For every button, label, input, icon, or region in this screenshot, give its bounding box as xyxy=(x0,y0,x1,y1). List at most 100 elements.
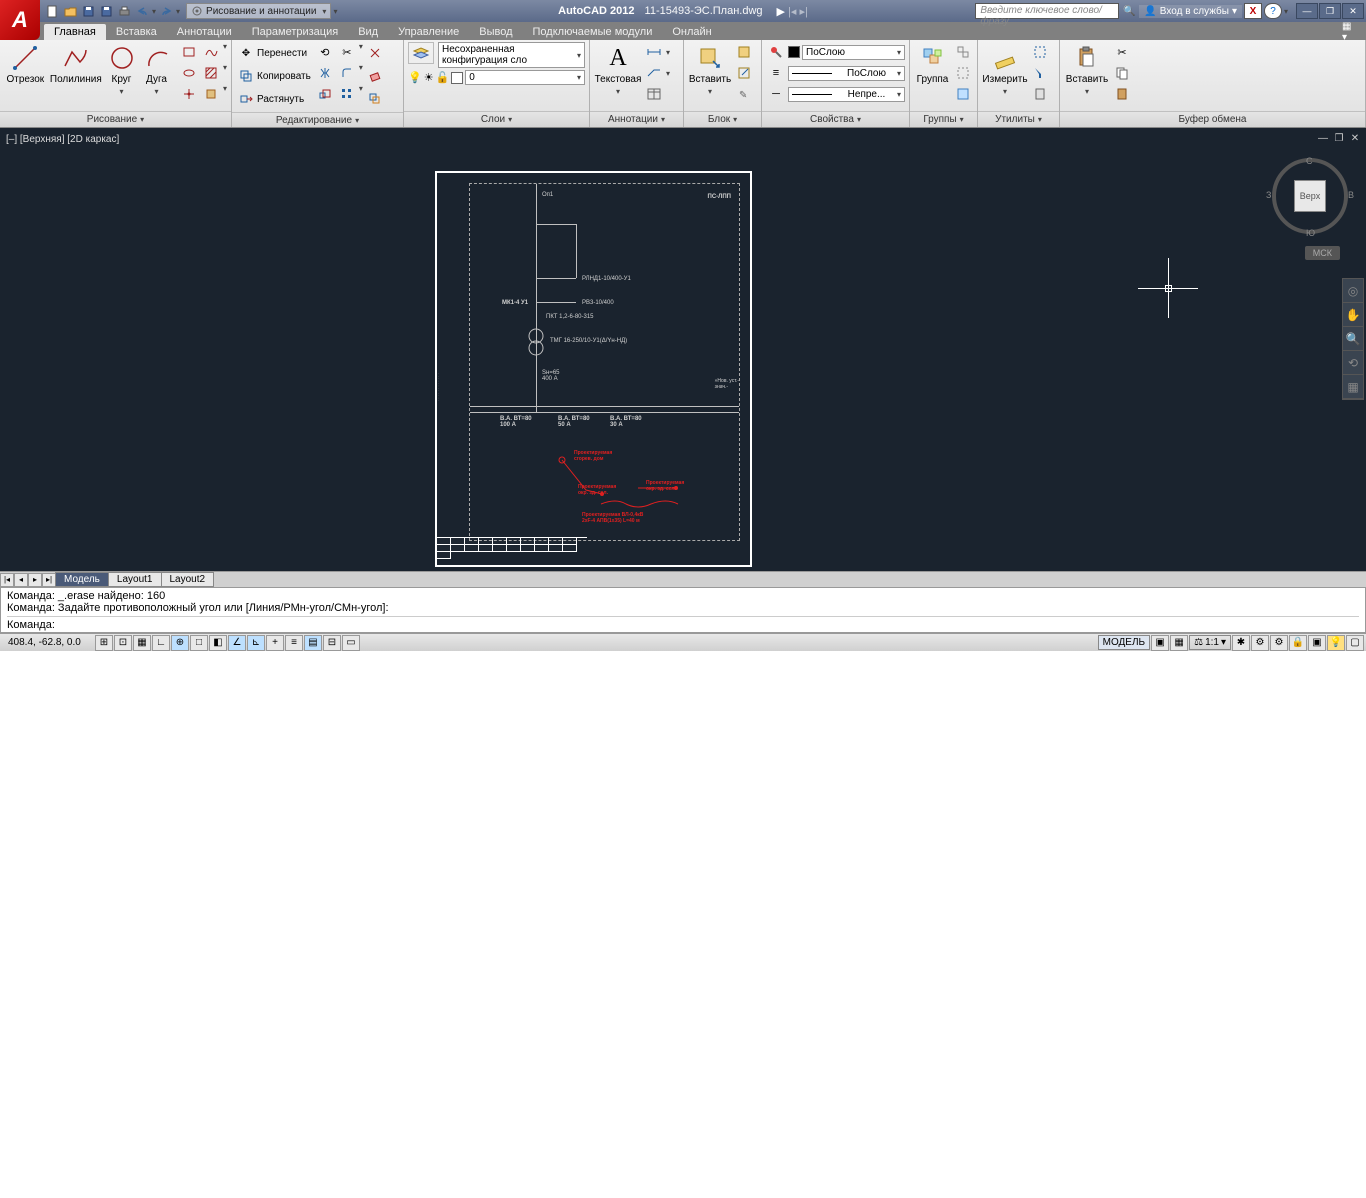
isolate-objects-icon[interactable]: 💡 xyxy=(1327,635,1345,651)
sc-icon[interactable]: ▭ xyxy=(342,635,360,651)
dyn-icon[interactable]: + xyxy=(266,635,284,651)
group-button[interactable]: Группа xyxy=(914,42,951,87)
orbit-icon[interactable]: ⟲ xyxy=(1343,351,1363,375)
help-dropdown[interactable]: ▾ xyxy=(1284,7,1288,16)
explode-icon[interactable] xyxy=(365,42,385,64)
layout-tab-1[interactable]: Layout1 xyxy=(108,572,162,587)
move-button[interactable]: ✥Перенести xyxy=(236,42,313,64)
close-button[interactable]: ✕ xyxy=(1342,3,1364,19)
undo-icon[interactable] xyxy=(134,3,150,19)
view-cube[interactable]: Верх С В Ю З xyxy=(1272,158,1348,234)
model-space-label[interactable]: МОДЕЛЬ xyxy=(1098,635,1150,650)
copy-clip-icon[interactable] xyxy=(1112,63,1132,83)
layout-tab-model[interactable]: Модель xyxy=(55,572,109,587)
lightbulb-icon[interactable]: 💡 xyxy=(408,71,422,84)
tab-insert[interactable]: Вставка xyxy=(106,24,167,40)
clean-screen-icon[interactable]: ▢ xyxy=(1346,635,1364,651)
ortho-icon[interactable]: ∟ xyxy=(152,635,170,651)
minimize-button[interactable]: — xyxy=(1296,3,1318,19)
tab-plugins[interactable]: Подключаемые модули xyxy=(523,24,663,40)
edit-attr-icon[interactable]: ✎ xyxy=(734,84,754,104)
save-icon[interactable] xyxy=(80,3,96,19)
table-icon[interactable] xyxy=(644,84,664,104)
leader-icon[interactable] xyxy=(644,63,664,83)
tab-annotate[interactable]: Аннотации xyxy=(167,24,242,40)
point-icon[interactable] xyxy=(179,84,199,104)
group-select-icon[interactable] xyxy=(953,84,973,104)
otrack-icon[interactable]: ∠ xyxy=(228,635,246,651)
linetype-icon[interactable]: ─ xyxy=(766,84,786,104)
panel-properties-title[interactable]: Свойства ▾ xyxy=(762,111,909,127)
calc-icon[interactable] xyxy=(1030,84,1050,104)
quick-view-drawings-icon[interactable]: ▦ xyxy=(1170,635,1188,651)
app-menu-icon[interactable]: A xyxy=(0,0,40,40)
redo-icon[interactable] xyxy=(158,3,174,19)
circle-button[interactable]: Круг▾ xyxy=(105,42,138,98)
tab-view[interactable]: Вид xyxy=(348,24,388,40)
workspace-selector[interactable]: Рисование и аннотации ▾ xyxy=(186,3,331,19)
hardware-accel-icon[interactable]: ▣ xyxy=(1308,635,1326,651)
lwt-icon[interactable]: ≡ xyxy=(285,635,303,651)
new-icon[interactable] xyxy=(44,3,60,19)
layer-config-dropdown[interactable]: Несохраненная конфигурация сло▾ xyxy=(438,42,585,68)
edit-block-icon[interactable] xyxy=(734,63,754,83)
color-dropdown[interactable]: ПоСлою▾ xyxy=(802,45,905,60)
layer-props-icon[interactable] xyxy=(408,42,434,64)
trim-icon[interactable]: ✂ xyxy=(337,42,357,62)
open-icon[interactable] xyxy=(62,3,78,19)
select-all-icon[interactable] xyxy=(1030,42,1050,62)
search-input[interactable]: Введите ключевое слово/фразу xyxy=(975,3,1119,19)
tab-output[interactable]: Вывод xyxy=(469,24,522,40)
line-button[interactable]: Отрезок xyxy=(4,42,47,87)
view-cube-top[interactable]: Верх xyxy=(1294,180,1326,212)
view-config-label[interactable]: [–] [Верхняя] [2D каркас] xyxy=(6,134,119,145)
panel-edit-title[interactable]: Редактирование ▾ xyxy=(232,112,403,127)
zoom-extents-icon[interactable]: 🔍 xyxy=(1343,327,1363,351)
match-props-icon[interactable] xyxy=(766,42,786,62)
quick-view-layouts-icon[interactable]: ▣ xyxy=(1151,635,1169,651)
search-icon[interactable]: 🔍 xyxy=(1121,3,1137,19)
text-button[interactable]: AТекстовая▾ xyxy=(594,42,642,98)
group-edit-icon[interactable] xyxy=(953,63,973,83)
infer-constraints-icon[interactable]: ⊞ xyxy=(95,635,113,651)
offset-icon[interactable] xyxy=(365,88,385,110)
create-block-icon[interactable] xyxy=(734,42,754,62)
polar-icon[interactable]: ⊕ xyxy=(171,635,189,651)
sign-in-button[interactable]: 👤 Вход в службы ▾ xyxy=(1139,5,1242,18)
lineweight-icon[interactable]: ≡ xyxy=(766,63,786,83)
workspace-switch-icon[interactable]: ⚙ xyxy=(1270,635,1288,651)
panel-groups-title[interactable]: Группы ▾ xyxy=(910,111,977,127)
layout-tab-2[interactable]: Layout2 xyxy=(161,572,215,587)
showmotion-icon[interactable]: ▦ xyxy=(1343,375,1363,399)
panel-draw-title[interactable]: Рисование ▾ xyxy=(0,111,231,127)
layout-prev[interactable]: ◂ xyxy=(14,573,28,587)
paste-button[interactable]: Вставить▾ xyxy=(1064,42,1110,98)
qp-icon[interactable]: ⊟ xyxy=(323,635,341,651)
title-arrows[interactable]: ▶ |◂ ▸| xyxy=(777,5,808,18)
mdi-minimize[interactable]: — xyxy=(1316,132,1330,144)
copy-button[interactable]: Копировать xyxy=(236,65,313,87)
lock-icon[interactable]: 🔓 xyxy=(436,71,450,84)
panel-utilities-title[interactable]: Утилиты ▾ xyxy=(978,111,1059,127)
3dosnap-icon[interactable]: ◧ xyxy=(209,635,227,651)
annotation-visibility-icon[interactable]: ✱ xyxy=(1232,635,1250,651)
tab-home[interactable]: Главная xyxy=(44,24,106,40)
coordinates[interactable]: 408.4, -62.8, 0.0 xyxy=(2,637,94,648)
restore-button[interactable]: ❐ xyxy=(1319,3,1341,19)
undo-dropdown[interactable]: ▾ xyxy=(152,7,156,16)
wcs-badge[interactable]: МСК xyxy=(1305,246,1340,260)
saveas-icon[interactable] xyxy=(98,3,114,19)
array-icon[interactable] xyxy=(337,84,357,104)
pan-icon[interactable]: ✋ xyxy=(1343,303,1363,327)
layout-next[interactable]: ▸ xyxy=(28,573,42,587)
layer-color-swatch[interactable] xyxy=(451,72,463,84)
stretch-button[interactable]: Растянуть xyxy=(236,88,313,110)
polyline-button[interactable]: Полилиния xyxy=(49,42,103,87)
tpy-icon[interactable]: ▤ xyxy=(304,635,322,651)
rectangle-icon[interactable] xyxy=(179,42,199,62)
region-icon[interactable] xyxy=(201,84,221,104)
fillet-icon[interactable] xyxy=(337,63,357,83)
ducs-icon[interactable]: ⊾ xyxy=(247,635,265,651)
content-explorer-icon[interactable]: ▦ ▾ xyxy=(1342,24,1358,40)
sun-icon[interactable]: ☀ xyxy=(424,71,434,84)
